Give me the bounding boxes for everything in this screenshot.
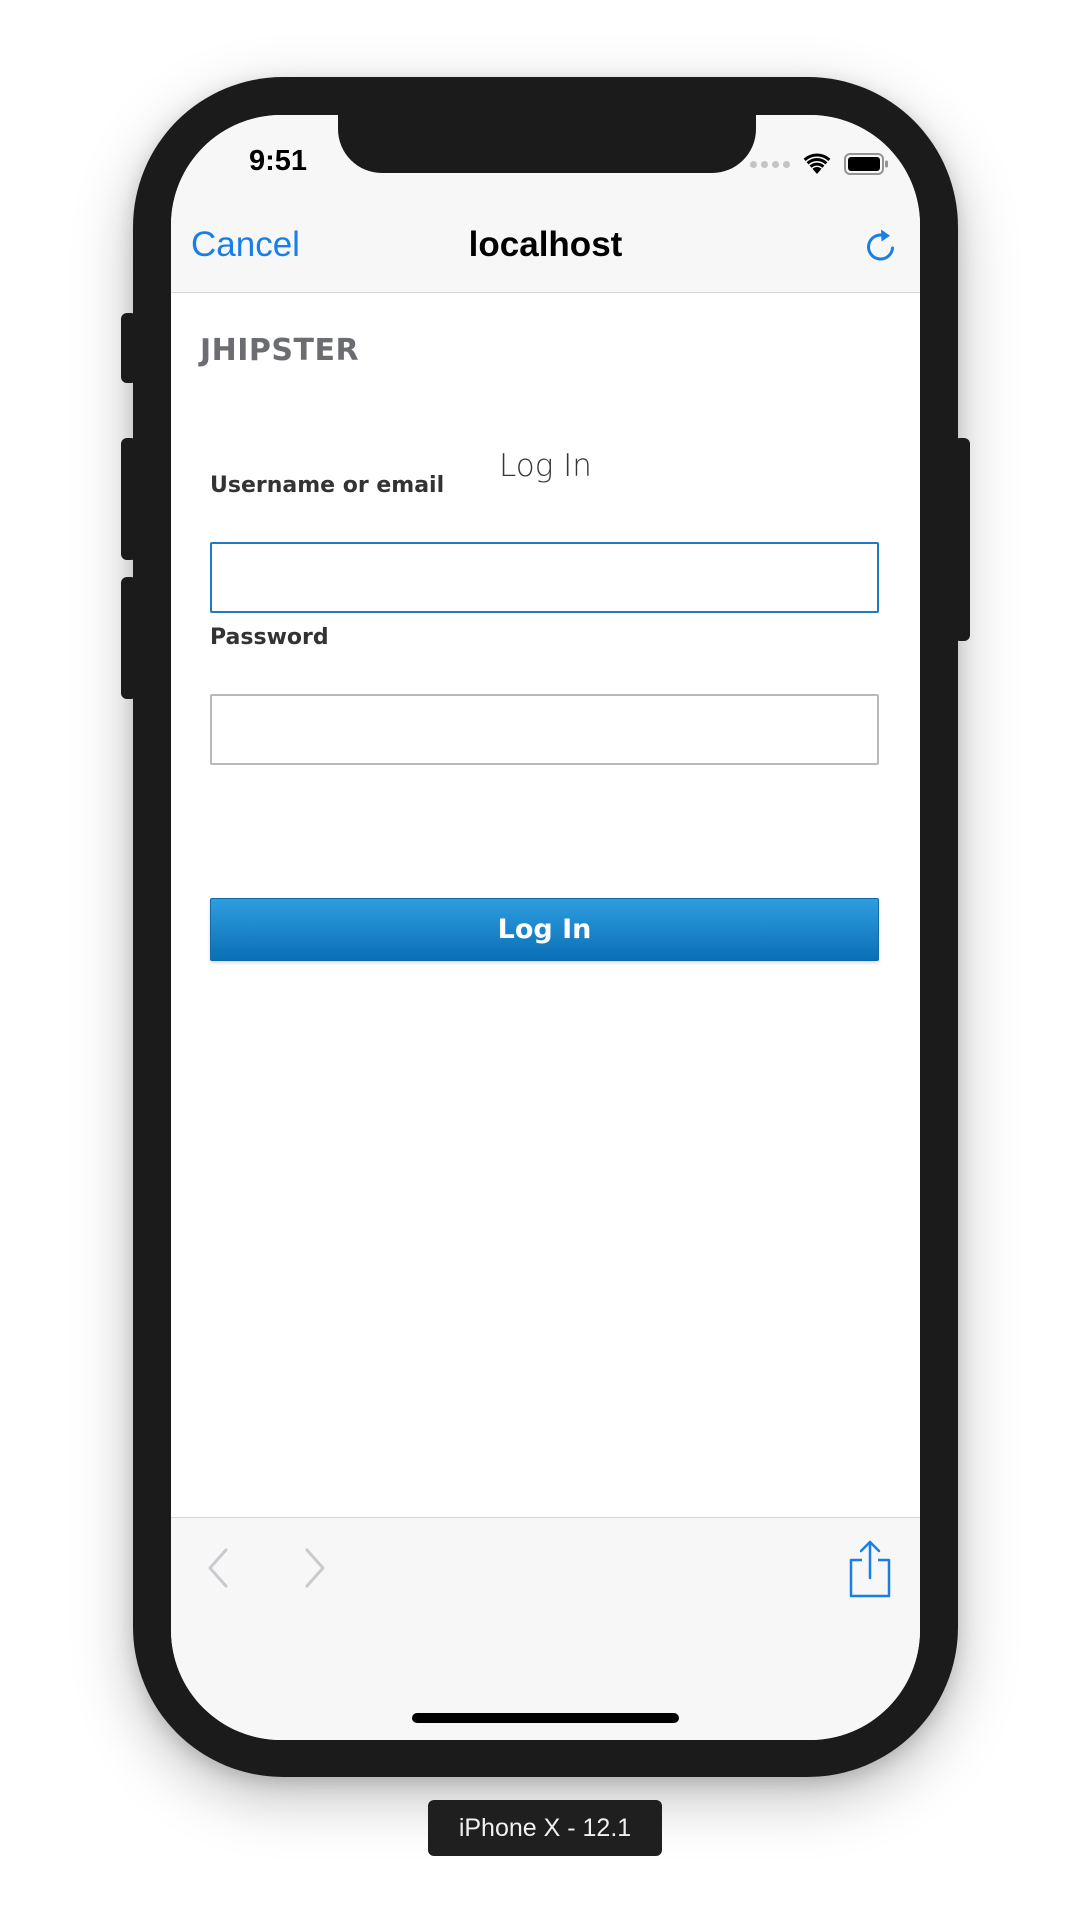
home-indicator[interactable] <box>412 1713 679 1723</box>
battery-icon <box>844 153 888 175</box>
brand-logo-text[interactable]: JHIPSTER <box>200 333 359 368</box>
forward-chevron-icon[interactable] <box>299 1546 329 1590</box>
back-chevron-icon[interactable] <box>204 1546 234 1590</box>
safari-view-toolbar <box>171 1517 920 1740</box>
cellular-signal-icon <box>750 160 790 168</box>
login-button[interactable]: Log In <box>210 898 879 961</box>
web-content: JHIPSTER Log In Username or email Passwo… <box>171 293 920 1518</box>
username-input[interactable] <box>210 542 879 613</box>
safari-view-nav-bar: Cancel localhost <box>171 205 920 293</box>
notch <box>338 115 756 173</box>
phone-screen: 9:51 Cancel localhost JHIPSTER Log In Us… <box>171 115 920 1740</box>
simulator-canvas: 9:51 Cancel localhost JHIPSTER Log In Us… <box>0 0 1090 1928</box>
username-label: Username or email <box>210 473 445 498</box>
password-input[interactable] <box>210 694 879 765</box>
cancel-button[interactable]: Cancel <box>191 225 300 265</box>
status-icons <box>750 151 890 177</box>
simulator-device-label: iPhone X - 12.1 <box>428 1800 662 1856</box>
wifi-icon <box>803 153 831 174</box>
share-icon[interactable] <box>848 1540 892 1598</box>
reload-icon[interactable] <box>862 227 900 265</box>
status-time: 9:51 <box>248 145 308 177</box>
password-label: Password <box>210 625 329 650</box>
